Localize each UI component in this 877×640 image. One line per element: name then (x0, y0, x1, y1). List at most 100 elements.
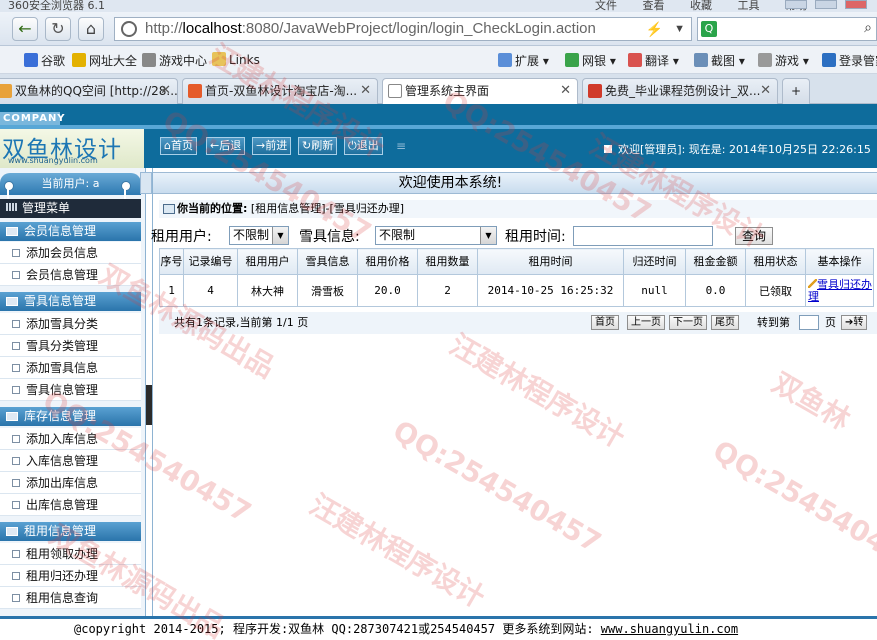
menu-add-member[interactable]: 添加会员信息 (0, 242, 141, 264)
menu-rental-query[interactable]: 租用信息查询 (0, 587, 141, 609)
goto-page-button[interactable]: ➔转 (841, 315, 868, 330)
new-tab-button[interactable]: + (782, 78, 810, 104)
toolbar-translate[interactable]: 翻译 ▾ (628, 52, 679, 69)
folder-icon (6, 412, 18, 421)
refresh-nav-button[interactable]: ↻刷新 (298, 137, 338, 155)
menu-view[interactable]: 查看 (643, 0, 665, 12)
address-bar[interactable]: http://localhost:8080/JavaWebProject/log… (114, 17, 692, 41)
search-icon[interactable]: ⌕ (864, 20, 872, 36)
menu-add-stock-out[interactable]: 添加出库信息 (0, 472, 141, 494)
query-button[interactable]: 查询 (735, 227, 773, 245)
menu-manage-gear-category[interactable]: 雪具分类管理 (0, 335, 141, 357)
home-nav-button[interactable]: ⌂首页 (160, 137, 197, 155)
cell-status: 已领取 (745, 274, 806, 307)
tab-qq-space[interactable]: 双鱼林的QQ空间 [http://28... ✕ (0, 78, 178, 104)
tab-taobao[interactable]: 首页-双鱼林设计淘宝店-淘... ✕ (182, 78, 378, 104)
first-page-button[interactable]: 首页 (591, 315, 619, 330)
gear-filter-label: 雪具信息: (299, 229, 360, 245)
menu-tools[interactable]: 工具 (738, 0, 760, 12)
back-button[interactable]: ← (12, 17, 38, 41)
logout-button[interactable]: ⏻退出 (344, 137, 383, 155)
cell-price: 20.0 (357, 274, 418, 307)
footer-site-link[interactable]: www.shuangyulin.com (601, 622, 738, 636)
forward-nav-button[interactable]: →前进 (252, 137, 292, 155)
menu-add-stock-in[interactable]: 添加入库信息 (0, 428, 141, 450)
close-tab-icon[interactable]: ✕ (560, 79, 571, 103)
menu-manage-member[interactable]: 会员信息管理 (0, 264, 141, 286)
toolbar-games[interactable]: 游戏 ▾ (758, 52, 809, 69)
close-tab-icon[interactable]: ✕ (160, 79, 171, 103)
home-button[interactable]: ⌂ (78, 17, 104, 41)
back-nav-button[interactable]: ←后退 (206, 137, 246, 155)
last-page-button[interactable]: 尾页 (711, 315, 739, 330)
search-box[interactable]: Q ⌕ (697, 17, 877, 41)
menu-icon (6, 203, 18, 211)
close-tab-icon[interactable]: ✕ (360, 79, 371, 103)
page-favicon (388, 84, 402, 98)
grip-icon: ≡ (396, 139, 407, 153)
prev-page-button[interactable]: 上一页 (627, 315, 665, 330)
doc-icon (12, 435, 20, 443)
cell-amount: 0.0 (685, 274, 746, 307)
next-page-button[interactable]: 下一页 (669, 315, 707, 330)
gear-filter-select[interactable]: 不限制 ▼ (375, 226, 497, 245)
toolbar-online-banking[interactable]: 网银 ▾ (565, 52, 616, 69)
extensions-icon (498, 53, 512, 67)
menu-rental-return[interactable]: 租用归还办理 (0, 565, 141, 587)
toolbar-screenshot[interactable]: 截图 ▾ (694, 52, 745, 69)
group-gear-info[interactable]: 雪具信息管理 (0, 292, 141, 311)
page-number-input[interactable] (799, 315, 819, 330)
group-stock-info[interactable]: 库存信息管理 (0, 407, 141, 426)
user-filter-label: 租用用户: (151, 229, 212, 245)
chevron-down-icon[interactable]: ▼ (674, 18, 685, 40)
tab-management-main[interactable]: 管理系统主界面 ✕ (382, 78, 578, 105)
return-action-link[interactable]: 雪具归还办理 (808, 278, 872, 303)
rental-time-input[interactable] (573, 226, 713, 246)
menu-favorites[interactable]: 收藏 (690, 0, 712, 12)
browser-tab-bar: 双鱼林的QQ空间 [http://28... ✕ 首页-双鱼林设计淘宝店-淘..… (0, 74, 877, 105)
main-content: 欢迎使用本系统! 你当前的位置: [租用信息管理]-[雪具归还办理] 租用用户:… (151, 168, 877, 616)
minimize-button[interactable] (785, 0, 807, 9)
course-favicon (588, 84, 602, 98)
tab-free-course[interactable]: 免费_毕业课程范例设计_双... ✕ (582, 78, 778, 104)
toolbar-login-manager[interactable]: 登录管家 (822, 52, 877, 69)
home-icon: ⌂ (164, 139, 171, 152)
current-user-label: 当前用户: a (41, 177, 100, 190)
close-tab-icon[interactable]: ✕ (760, 79, 771, 103)
sidebar-resize-handle[interactable] (140, 172, 152, 194)
refresh-button[interactable]: ↻ (45, 17, 71, 41)
menu-manage-stock-in[interactable]: 入库信息管理 (0, 450, 141, 472)
group-rental-info[interactable]: 租用信息管理 (0, 522, 141, 541)
maximize-button[interactable] (815, 0, 837, 9)
menu-add-gear[interactable]: 添加雪具信息 (0, 357, 141, 379)
page-unit-label: 页 (825, 316, 836, 329)
bookmark-google[interactable]: 谷歌 (24, 52, 65, 69)
doc-icon (12, 271, 20, 279)
group-member-info[interactable]: 会员信息管理 (0, 222, 141, 241)
bookmark-url-directory[interactable]: 网址大全 (72, 52, 137, 69)
menu-file[interactable]: 文件 (595, 0, 617, 12)
search-engine-icon[interactable]: Q (701, 21, 717, 37)
menu-manage-gear[interactable]: 雪具信息管理 (0, 379, 141, 401)
cell-quantity: 2 (417, 274, 478, 307)
bookmark-game-center[interactable]: 游戏中心 (142, 52, 207, 69)
pager-summary: 共有1条记录,当前第 1/1 页 (174, 316, 309, 329)
col-header-return-time: 归还时间 (623, 248, 686, 275)
menu-manage-stock-out[interactable]: 出库信息管理 (0, 494, 141, 516)
doc-icon (12, 386, 20, 394)
close-window-button[interactable] (845, 0, 867, 9)
browser-menu: 文件 查看 收藏 工具 帮助 (573, 0, 807, 12)
menu-add-gear-category[interactable]: 添加雪具分类 (0, 313, 141, 335)
lightning-icon[interactable]: ⚡ (646, 18, 663, 40)
home-icon: ⌂ (85, 19, 97, 38)
location-icon (163, 204, 175, 214)
toolbar-extensions[interactable]: 扩展 ▾ (498, 52, 549, 69)
dropdown-arrow-icon: ▼ (480, 227, 496, 244)
cell-rent-time: 2014-10-25 16:25:32 (477, 274, 624, 307)
menu-rental-pickup[interactable]: 租用领取办理 (0, 543, 141, 565)
cell-actions: 雪具归还办理 (805, 274, 874, 307)
pin-icon (4, 181, 14, 201)
bookmark-links[interactable]: Links (212, 52, 260, 67)
col-header-actions: 基本操作 (805, 248, 874, 275)
user-filter-select[interactable]: 不限制 ▼ (229, 226, 289, 245)
